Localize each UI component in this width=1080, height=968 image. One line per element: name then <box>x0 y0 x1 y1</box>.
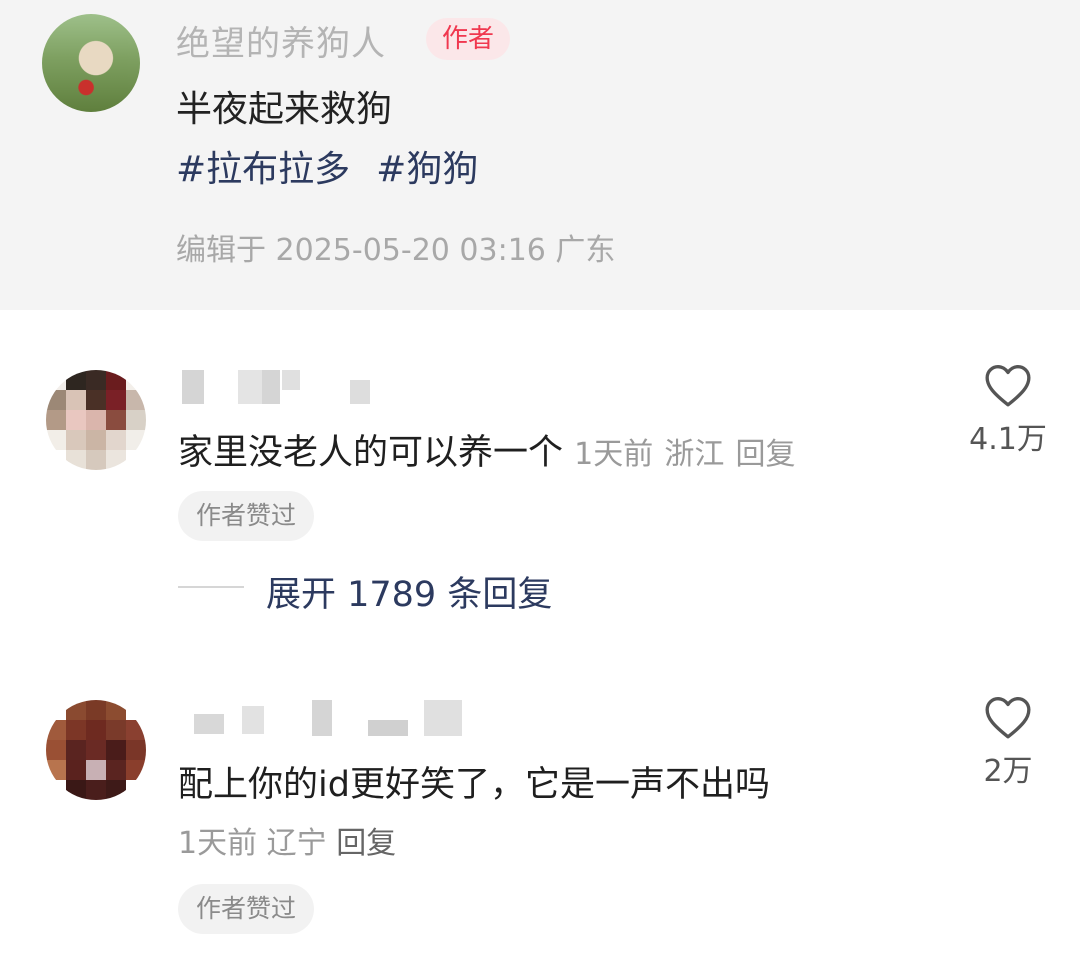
author-liked-badge: 作者赞过 <box>178 884 315 934</box>
comment-body: 家里没老人的可以养一个 1天前 浙江 回复 <box>178 424 796 475</box>
comment-location: 辽宁 <box>266 826 327 861</box>
heart-outline-icon <box>985 364 1031 407</box>
tag-list: #拉布拉多 #狗狗 <box>176 140 504 192</box>
author-avatar[interactable] <box>42 14 140 112</box>
like-button[interactable]: 2万 <box>958 694 1058 790</box>
author-liked-badge: 作者赞过 <box>178 491 315 541</box>
edit-info: 编辑于 2025-05-20 03:16 广东 <box>176 233 616 268</box>
post-card: 绝望的养狗人 作者 半夜起来救狗 #拉布拉多 #狗狗 编辑于 2025-05-20… <box>0 0 1080 310</box>
blurred-username[interactable] <box>182 370 382 406</box>
like-count: 4.1万 <box>969 422 1047 457</box>
tag-dog[interactable]: #狗狗 <box>376 149 478 190</box>
comment-location: 浙江 <box>664 437 725 472</box>
comment-text: 家里没老人的可以养一个 <box>178 433 564 473</box>
comment-meta: 1天前 辽宁 回复 <box>178 818 396 862</box>
expand-divider <box>178 586 244 588</box>
comment-text: 配上你的id更好笑了，它是一声不出吗 <box>178 765 770 805</box>
author-badge: 作者 <box>426 18 511 60</box>
like-count: 2万 <box>983 754 1033 789</box>
reply-button[interactable]: 回复 <box>336 826 396 861</box>
heart-outline-icon <box>985 697 1031 739</box>
blurred-username[interactable] <box>182 700 472 736</box>
reply-button[interactable]: 回复 <box>736 437 796 472</box>
comment-time: 1天前 <box>574 437 654 472</box>
author-name[interactable]: 绝望的养狗人 <box>176 16 386 65</box>
comment-avatar[interactable] <box>46 700 146 800</box>
expand-replies-button[interactable]: 展开 1789 条回复 <box>266 566 552 617</box>
post-text: 半夜起来救狗 <box>176 89 393 130</box>
tag-labrador[interactable]: #拉布拉多 <box>176 149 350 190</box>
comment-avatar[interactable] <box>46 370 146 470</box>
like-button[interactable]: 4.1万 <box>958 362 1058 458</box>
comment-time: 1天前 <box>178 826 258 861</box>
